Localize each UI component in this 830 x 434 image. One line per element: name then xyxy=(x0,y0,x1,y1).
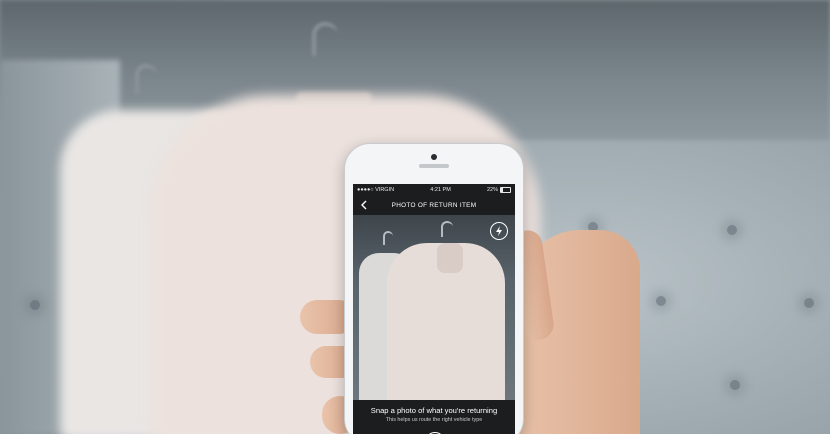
headboard-tuft xyxy=(30,300,40,310)
carrier-label: ●●●●○ VIRGIN xyxy=(357,186,395,193)
hanger-hook xyxy=(135,64,157,94)
phone: ●●●●○ VIRGIN 4:21 PM 22% PHOTO OF RETURN… xyxy=(344,143,524,434)
page-title: PHOTO OF RETURN ITEM xyxy=(391,201,477,209)
instruction-title: Snap a photo of what you're returning xyxy=(370,406,498,415)
chevron-left-icon xyxy=(361,200,367,210)
headboard-tuft xyxy=(656,296,666,306)
instruction-subtitle: This helps us route the right vehicle ty… xyxy=(385,417,483,423)
speaker-grille xyxy=(419,164,449,168)
status-bar: ●●●●○ VIRGIN 4:21 PM 22% xyxy=(353,184,515,195)
jacket-collar xyxy=(437,243,463,273)
lightning-icon xyxy=(496,226,502,236)
capture-instructions: Snap a photo of what you're returning Th… xyxy=(353,400,515,434)
battery-icon xyxy=(500,186,511,193)
front-camera xyxy=(431,154,437,160)
hanger-hook xyxy=(383,231,393,245)
headboard-tuft xyxy=(727,225,737,235)
phone-screen: ●●●●○ VIRGIN 4:21 PM 22% PHOTO OF RETURN… xyxy=(353,184,515,434)
nav-bar: PHOTO OF RETURN ITEM xyxy=(353,195,515,215)
headboard-tuft xyxy=(730,380,740,390)
status-time: 4:21 PM xyxy=(430,186,451,193)
camera-viewfinder[interactable] xyxy=(353,215,515,400)
battery-indicator: 22% xyxy=(486,186,511,193)
flash-toggle[interactable] xyxy=(490,222,508,240)
hanger-hook xyxy=(441,221,453,237)
headboard-tuft xyxy=(804,298,814,308)
back-button[interactable] xyxy=(357,198,371,212)
background-photo: ●●●●○ VIRGIN 4:21 PM 22% PHOTO OF RETURN… xyxy=(0,0,830,434)
hanger-hook xyxy=(312,22,338,56)
battery-percent: 22% xyxy=(486,186,498,193)
